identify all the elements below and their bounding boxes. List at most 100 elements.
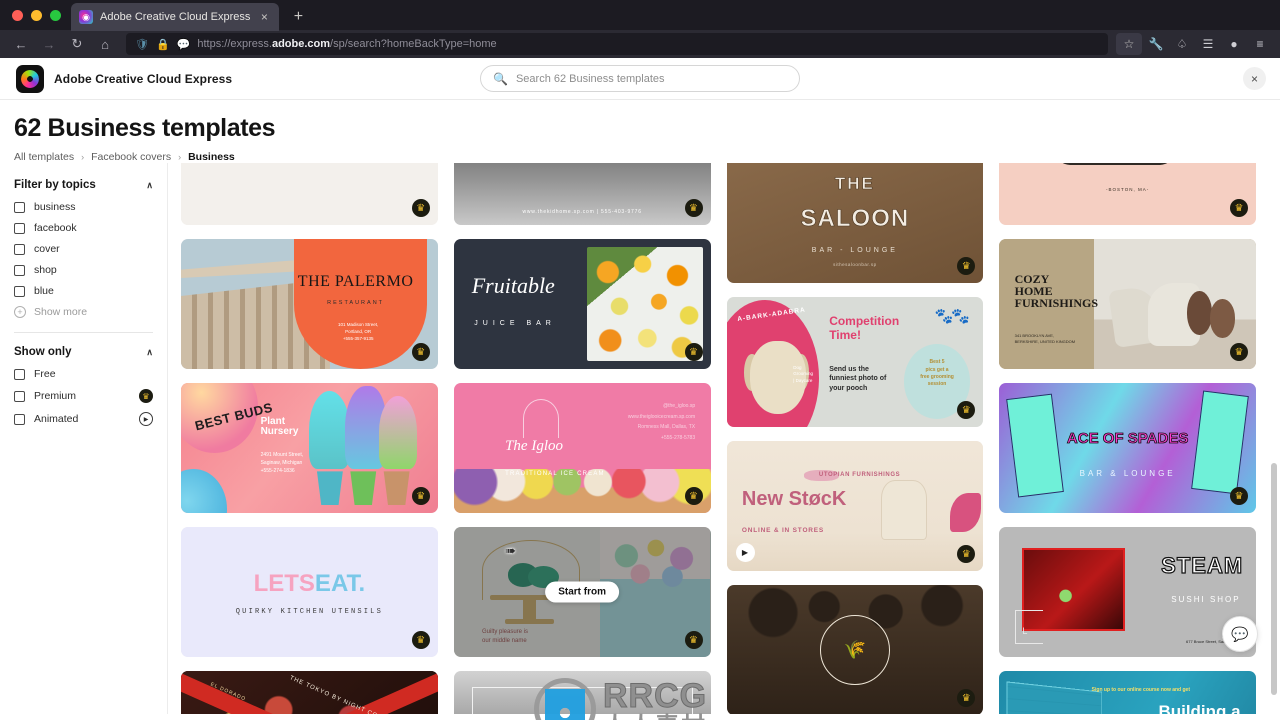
breadcrumb-separator: › [81,152,85,162]
template-card-pendant-lamp-shop[interactable]: 🌾 ♛ [726,585,984,714]
card-artwork: 🌾 [726,585,984,714]
watermark-text: RRCG 人人素材 [602,677,708,720]
chat-bubble-icon[interactable]: 💬 [1222,616,1258,652]
template-card-tokyo-by-night[interactable]: EL DORADO THE TOKYO BY NIGHT COLLECTION … [181,671,438,714]
watermark-en: RRCG [602,677,708,715]
forward-icon[interactable]: → [36,32,62,56]
lock-icon[interactable]: 🔒 [156,38,170,51]
start-from-button[interactable]: Start from [545,581,620,603]
premium-crown-icon: ♛ [1230,343,1248,361]
breadcrumb-item-all-templates[interactable]: All templates [14,151,74,163]
url-protocol: https://express. [197,38,272,50]
filter-option-shop[interactable]: shop [14,264,153,276]
filter-option-business[interactable]: business [14,201,153,213]
checkbox[interactable] [14,222,25,234]
template-card-the-palermo[interactable]: THE PALERMO RESTAURANT 101 Madison Stree… [181,239,438,369]
new-tab-button[interactable]: + [285,4,311,30]
filter-option-free[interactable]: Free [14,368,153,380]
card-title: ACE OF SPADES [1066,429,1189,447]
browser-tab[interactable]: ◉ Adobe Creative Cloud Express × [71,3,280,31]
search-input[interactable] [515,72,787,85]
filter-topics-title: Filter by topics [14,179,96,191]
card-services: Dog Grooming | Daycare [793,364,814,384]
filter-option-blue[interactable]: blue [14,285,153,297]
premium-crown-icon: ♛ [411,343,430,361]
play-icon[interactable]: ▶ [735,543,755,562]
template-card-the-igloo[interactable]: The Igloo TRADITIONAL ICE CREAM @the_igl… [453,383,711,513]
address-bar[interactable]: 🛡 🔒 💬 https://express.adobe.com/sp/searc… [126,33,1108,55]
bookmark-star-icon[interactable]: ☆ [1116,33,1142,55]
card-subtitle: BAR & LOUNGE [1079,468,1176,478]
template-card-the-saloon[interactable]: THE SALOON BAR - LOUNGE sithesaloonbar.s… [726,163,984,283]
chevron-up-icon[interactable]: ∧ [146,180,153,191]
template-card-lets-eat[interactable]: LETSEAT. QUIRKY KITCHEN UTENSILS ♛ [181,527,438,657]
minimize-window-button[interactable] [31,9,42,21]
card-title: COZY HOME FURNISHINGS [1014,271,1098,311]
template-column-3: THE SALOON BAR - LOUNGE sithesaloonbar.s… [726,163,984,714]
card-artwork: THE SALOON BAR - LOUNGE sithesaloonbar.s… [726,163,984,283]
template-card-a-bark-adabra[interactable]: A-BARK-ADABRA Dog Grooming | Daycare Com… [726,297,984,427]
url-text: https://express.adobe.com/sp/search?home… [197,38,496,50]
close-window-button[interactable] [12,9,23,21]
card-artwork: UTOPIAN FURNISHINGS New StøcK ONLINE & I… [726,441,984,571]
template-card-ace-of-spades[interactable]: ACE OF SPADES BAR & LOUNGE ♛ [999,383,1256,513]
card-artwork: THE PALERMO RESTAURANT 101 Madison Stree… [181,239,438,369]
home-icon[interactable]: ⌂ [92,32,118,56]
checkbox[interactable] [14,264,25,276]
show-only-header[interactable]: Show only ∧ [14,346,153,358]
card-title: Competition Time! [829,314,900,342]
template-card-bw-photo[interactable]: www.thekidhome.sp.com | 555-403-9776 ♛ [453,163,711,225]
window-controls[interactable] [10,0,71,30]
filter-option-facebook[interactable]: facebook [14,222,153,234]
checkbox[interactable] [14,413,25,425]
template-card-best-buds[interactable]: BEST BUDS Plant Nursery 2491 Mount Stree… [181,383,438,513]
back-icon[interactable]: ← [8,32,34,56]
template-card-the-cake-parlor[interactable]: Guilty pleasure is our middle name ➠ Sta… [453,527,711,657]
close-tab-icon[interactable]: × [257,10,271,24]
card-title: LETSEAT. [254,570,366,598]
template-card-building-a-website-101[interactable]: Sign up to our online course now and get… [999,671,1256,714]
filter-topics-header[interactable]: Filter by topics ∧ [14,179,153,191]
template-card-new-stock[interactable]: UTOPIAN FURNISHINGS New StøcK ONLINE & I… [726,441,984,571]
checkbox[interactable] [14,368,25,380]
template-card-cozy-home-furnishings[interactable]: COZY HOME FURNISHINGS 341 BROOKLYN AVE, … [999,239,1256,369]
adobe-express-logo-icon [16,64,44,93]
reader-icon[interactable]: 💬 [177,38,191,51]
checkbox[interactable] [14,243,25,255]
account-icon[interactable]: ● [1222,33,1246,55]
maximize-window-button[interactable] [50,9,61,21]
breadcrumb-item-business: Business [188,151,235,163]
card-subtitle: SUSHI SHOP [1171,594,1241,604]
premium-crown-icon: ♛ [411,631,430,649]
template-card-steam-sushi-shop[interactable]: L STEAM SUSHI SHOP 555-283- 677 Bruce St… [999,527,1256,657]
library-icon[interactable]: ☰ [1196,33,1220,55]
premium-crown-icon: ♛ [684,199,703,217]
template-card-rwd[interactable]: RWD Lorem Ipsum Antique ♛ [181,163,438,225]
card-artwork: EL DORADO THE TOKYO BY NIGHT COLLECTION … [181,671,438,714]
checkbox[interactable] [14,201,25,213]
menu-icon[interactable]: ≡ [1248,33,1272,55]
privacy-mask-icon[interactable]: ♤ [1170,33,1194,55]
card-subtitle: JUICE BAR [474,319,556,327]
filter-option-cover[interactable]: cover [14,243,153,255]
close-button[interactable]: × [1243,67,1266,90]
premium-crown-icon: ♛ [684,343,703,361]
filter-label: cover [34,243,60,255]
show-more-button[interactable]: + Show more [14,306,153,318]
filter-option-premium[interactable]: Premium ♛ [14,389,153,403]
template-card-fruitable[interactable]: Fruitable JUICE BAR ♛ [453,239,711,369]
checkbox[interactable] [14,285,25,297]
shield-icon[interactable]: 🛡 [135,38,149,51]
chevron-up-icon[interactable]: ∧ [146,347,153,358]
reload-icon[interactable]: ↻ [64,32,90,56]
show-only-title: Show only [14,346,72,358]
search-box[interactable]: 🔍 [480,65,800,92]
template-card-boston-frame[interactable]: -BOSTON, MA- ♛ [999,163,1256,225]
checkbox[interactable] [14,390,25,402]
brand[interactable]: Adobe Creative Cloud Express [16,64,232,93]
wrench-icon[interactable]: 🔧 [1144,33,1168,55]
filter-option-animated[interactable]: Animated ▶ [14,412,153,426]
vertical-scrollbar[interactable] [1271,463,1277,695]
breadcrumb-item-facebook-covers[interactable]: Facebook covers [91,151,171,163]
card-address: 101 Madison Street, Portland, OR +555-35… [338,322,379,342]
